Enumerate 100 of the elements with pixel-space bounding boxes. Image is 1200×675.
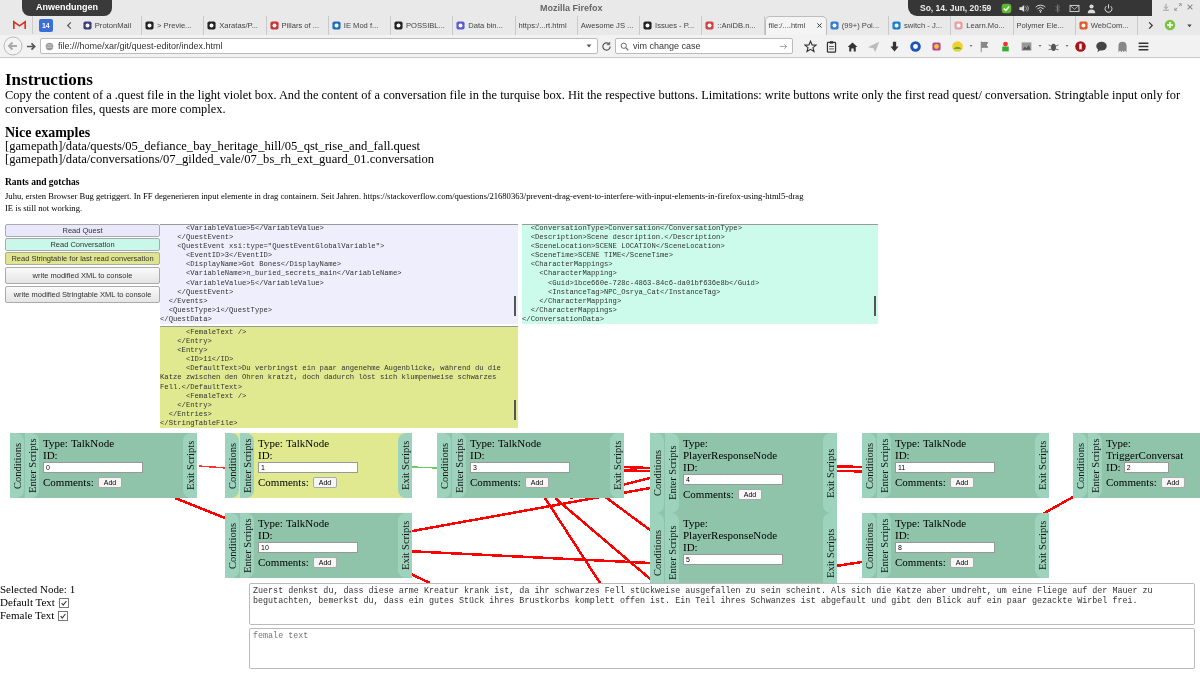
- speaker-icon[interactable]: [1018, 2, 1030, 14]
- conditions-tab[interactable]: Conditions: [225, 433, 239, 498]
- node-type: TalkNode: [285, 437, 330, 449]
- enter-scripts-tab[interactable]: Enter Scripts: [665, 433, 679, 513]
- scrollbar-thumb[interactable]: [514, 296, 516, 316]
- node-type: TriggerConversat: [1106, 449, 1184, 461]
- id-label: ID:: [43, 449, 58, 461]
- exit-scripts-tab[interactable]: Exit Scripts: [398, 513, 412, 578]
- scroll-left-icon[interactable]: [64, 20, 74, 30]
- user-icon[interactable]: [1086, 2, 1098, 14]
- round-icon[interactable]: [1074, 39, 1087, 53]
- conditions-tab[interactable]: Conditions: [10, 433, 24, 498]
- exit-scripts-tab[interactable]: Exit Scripts: [1035, 513, 1049, 578]
- search-icon: [620, 41, 629, 51]
- enter-scripts-tab[interactable]: Enter Scripts: [665, 513, 679, 583]
- comments-label: Comments:: [470, 476, 521, 488]
- figure-icon[interactable]: [999, 39, 1012, 53]
- node-type: TalkNode: [497, 437, 542, 449]
- caret-icon[interactable]: [585, 42, 593, 50]
- reload-icon[interactable]: [601, 40, 612, 52]
- id-label: ID:: [1106, 461, 1121, 473]
- exit-scripts-tab[interactable]: Exit Scripts: [1035, 433, 1049, 498]
- comments-label: Comments:: [43, 476, 94, 488]
- conversation-editor[interactable]: [522, 224, 878, 324]
- node-type: PlayerResponseNode: [683, 449, 778, 461]
- favicon-icon: [394, 20, 404, 30]
- female-text-field[interactable]: female text: [249, 628, 1195, 669]
- exit-scripts-tab[interactable]: Exit Scripts: [823, 513, 837, 583]
- exit-scripts-tab[interactable]: Exit Scripts: [823, 433, 837, 513]
- default-text-field[interactable]: Zuerst denkst du, dass diese arme Kreatur krank ist, da ihr schwarzes Fell stückweise ausgefallen zu sein scheint. Als sich die Katze aber umdreht, um eine Fliege auf der Mauer zu begutachten, bemerkst du, dass ein gutes Stück ihres Brustkorbs komplett offen ist. Ein Teil ihres Schwanzes ist abgefault und gibt den Blick auf ein paar gezackte Wirbel frei.: [249, 583, 1195, 625]
- favicon-icon: [829, 20, 839, 30]
- conditions-tab[interactable]: Conditions: [225, 513, 239, 578]
- menu-icon[interactable]: [1137, 39, 1150, 53]
- id-label: ID:: [683, 541, 698, 553]
- checkbox-label: Female Text: [0, 609, 55, 622]
- enter-scripts-tab[interactable]: Enter Scripts: [877, 513, 891, 578]
- favicon-icon: [207, 20, 217, 30]
- conditions-tab[interactable]: Conditions: [1073, 433, 1087, 498]
- type-label: Type:: [258, 437, 283, 449]
- enter-scripts-tab[interactable]: Enter Scripts: [1088, 433, 1102, 498]
- home-icon[interactable]: [846, 39, 859, 53]
- star-icon[interactable]: [804, 39, 817, 53]
- comments-label: Comments:: [895, 556, 946, 568]
- envelope-icon: [13, 20, 27, 30]
- power-icon[interactable]: [1103, 2, 1115, 14]
- enter-scripts-tab[interactable]: Enter Scripts: [25, 433, 39, 498]
- checkbox[interactable]: [58, 610, 69, 621]
- checkbox-label: Default Text: [0, 596, 55, 609]
- image-icon[interactable]: [1020, 39, 1033, 53]
- close-icon[interactable]: [815, 22, 823, 29]
- selected-node-label: Selected Node: 1: [0, 583, 77, 596]
- enter-scripts-tab[interactable]: Enter Scripts: [877, 433, 891, 498]
- quest-editor[interactable]: [160, 224, 518, 324]
- applications-menu[interactable]: Anwendungen: [22, 0, 112, 16]
- exit-scripts-tab[interactable]: Exit Scripts: [183, 433, 197, 498]
- search-field[interactable]: vim change case: [615, 38, 793, 54]
- section-heading: Rants and gotchas: [5, 177, 81, 188]
- type-label: Type:: [683, 517, 708, 529]
- favicon-icon: [705, 20, 715, 30]
- speech-bubble-icon[interactable]: [1095, 39, 1108, 53]
- ghost-icon[interactable]: [1116, 39, 1129, 53]
- scroll-right-icon[interactable]: [1146, 20, 1156, 30]
- favicon-icon: [145, 20, 155, 30]
- node-type: TalkNode: [922, 517, 967, 529]
- type-label: Type:: [1106, 437, 1131, 449]
- flag-icon[interactable]: [978, 39, 991, 53]
- conditions-tab[interactable]: Conditions: [437, 433, 451, 498]
- conditions-tab[interactable]: Conditions: [650, 513, 664, 583]
- node-type: TalkNode: [922, 437, 967, 449]
- conditions-tab[interactable]: Conditions: [862, 513, 876, 578]
- comments-label: Comments:: [258, 556, 309, 568]
- exit-scripts-tab[interactable]: Exit Scripts: [398, 433, 412, 498]
- enter-scripts-tab[interactable]: Enter Scripts: [240, 513, 254, 578]
- note-text: Juhu, ersten Browser Bug getriggert. In FF degenerieren input elemente in drag containern. Seit Jahren. https://stackoverflow.com/questions/21680363/prevent-drag-event-to-interfere-with-input-elements-in-firefox-using-html5-drag: [5, 190, 805, 202]
- checkbox[interactable]: [58, 597, 69, 608]
- stringtable-editor[interactable]: [160, 326, 518, 428]
- node-type: TalkNode: [285, 517, 330, 529]
- id-label: ID:: [895, 449, 910, 461]
- conditions-tab[interactable]: Conditions: [862, 433, 876, 498]
- conditions-tab[interactable]: Conditions: [650, 433, 664, 513]
- favicon-icon: [331, 20, 341, 30]
- scrollbar-thumb[interactable]: [874, 296, 876, 316]
- enter-scripts-tab[interactable]: Enter Scripts: [240, 433, 254, 498]
- clock: So, 14. Jun, 20:59: [920, 3, 992, 13]
- scrollbar-thumb[interactable]: [514, 400, 516, 420]
- type-label: Type:: [43, 437, 68, 449]
- address-bar[interactable]: file:///home/xar/git/quest-editor/index.html: [40, 38, 598, 54]
- exit-scripts-tab[interactable]: Exit Scripts: [610, 433, 624, 498]
- favicon-icon: [954, 20, 964, 30]
- favicon-icon: [892, 20, 902, 30]
- wifi-icon[interactable]: [1035, 2, 1047, 14]
- clipboard-icon[interactable]: [825, 39, 838, 53]
- enter-scripts-tab[interactable]: Enter Scripts: [452, 433, 466, 498]
- check-badge-icon[interactable]: [1001, 2, 1013, 14]
- round-icon[interactable]: [909, 39, 922, 53]
- forward-icon[interactable]: [26, 40, 37, 52]
- envelope-icon[interactable]: [1069, 2, 1081, 14]
- comments-label: Comments:: [683, 488, 734, 500]
- id-label: ID:: [683, 461, 698, 473]
- download-icon[interactable]: [888, 39, 901, 53]
